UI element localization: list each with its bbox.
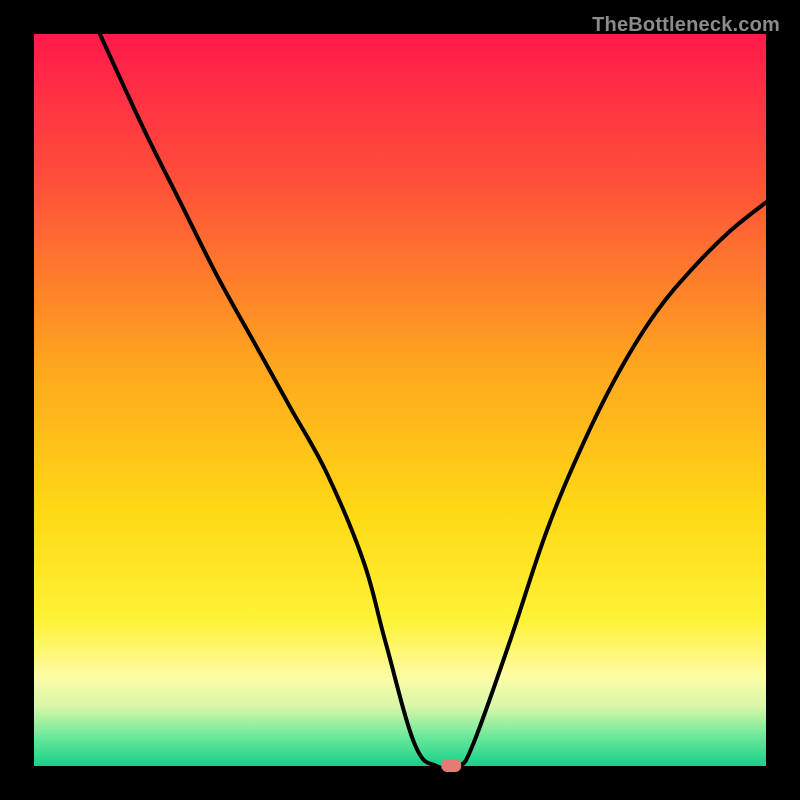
watermark-text: TheBottleneck.com	[592, 14, 780, 37]
marker-dot	[441, 759, 461, 772]
gradient-background	[34, 34, 766, 766]
chart-frame: TheBottleneck.com	[16, 16, 784, 784]
bottleneck-chart	[16, 16, 784, 784]
